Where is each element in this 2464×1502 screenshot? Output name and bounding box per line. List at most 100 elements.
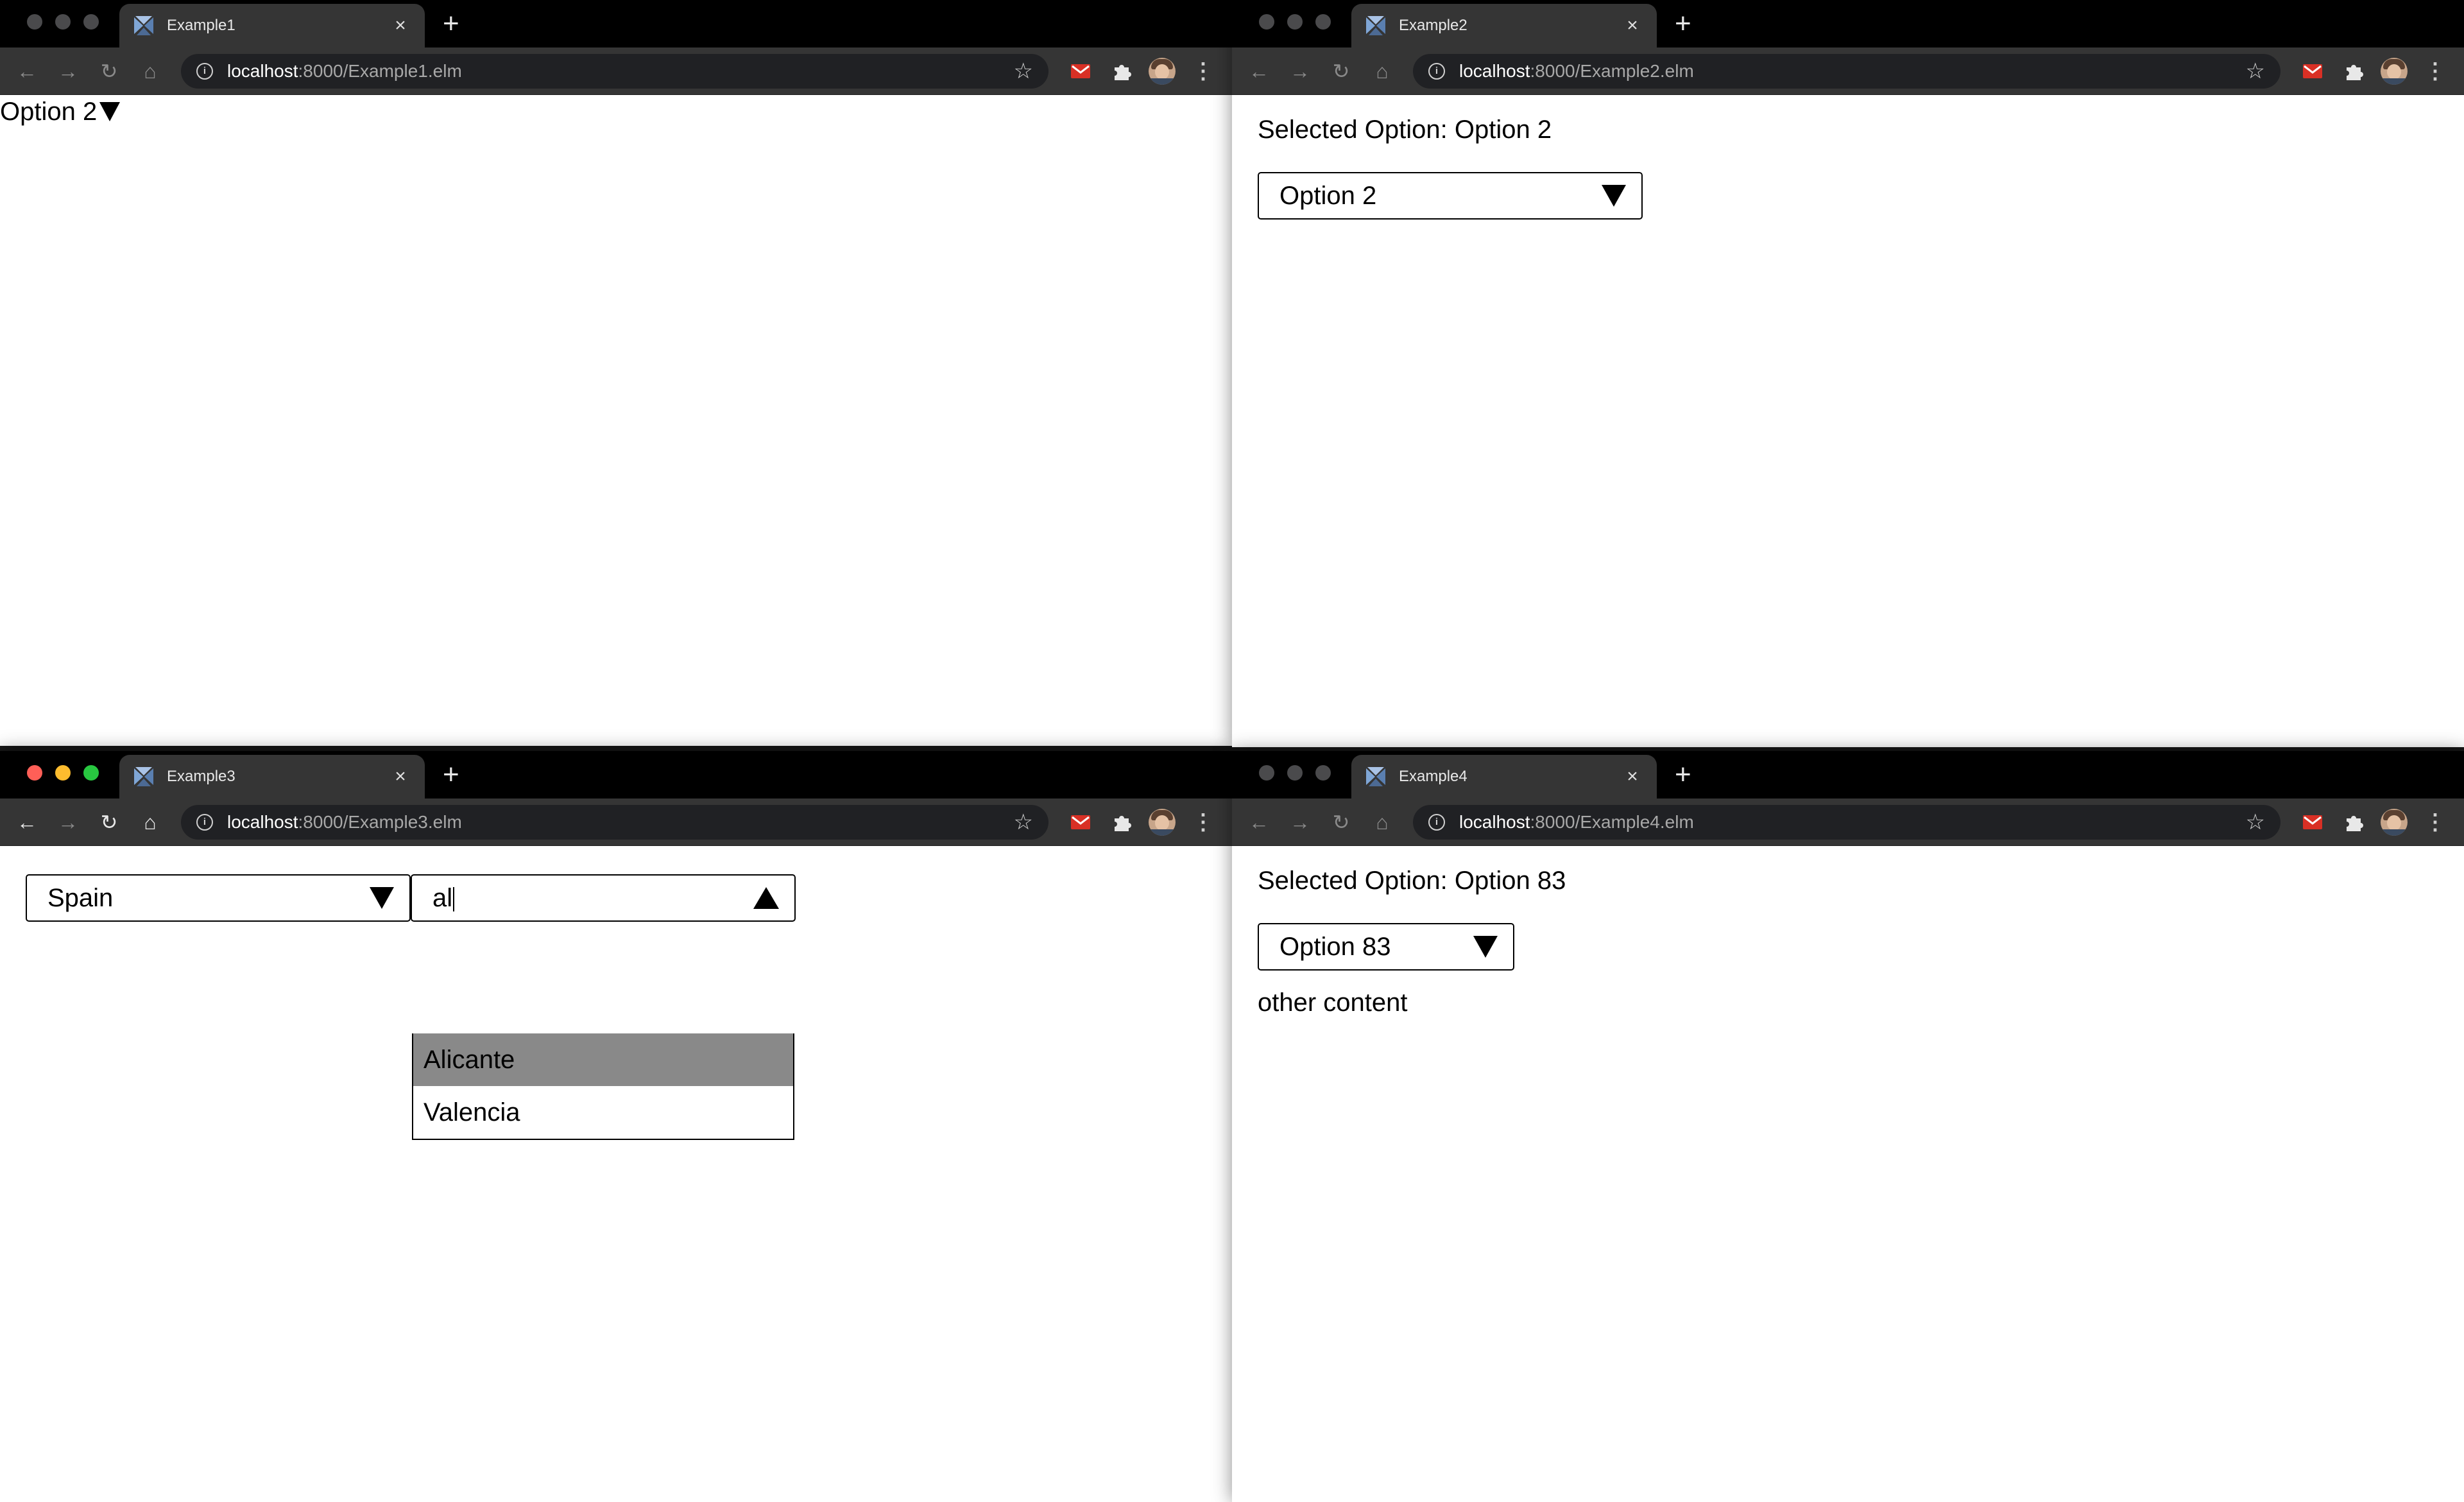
tab-bar: Example4 × + (1232, 751, 2464, 798)
bookmark-star-icon[interactable]: ☆ (1014, 811, 1033, 833)
toolbar: ← → ↻ ⌂ i localhost:8000/Example4.elm ☆ … (1232, 798, 2464, 846)
gmail-extension-icon[interactable] (2301, 60, 2324, 83)
tab-example1[interactable]: Example1 × (119, 4, 425, 47)
close-window-button[interactable] (27, 765, 42, 781)
back-icon[interactable]: ← (15, 60, 38, 83)
reload-icon[interactable]: ↻ (1330, 811, 1353, 834)
url-host: localhost (1459, 61, 1530, 81)
bookmark-star-icon[interactable]: ☆ (1014, 60, 1033, 82)
browser-menu-icon[interactable]: ⋮ (1192, 59, 1214, 83)
gmail-extension-icon[interactable] (1069, 811, 1092, 834)
minimize-window-button[interactable] (55, 765, 71, 781)
new-tab-button[interactable]: + (443, 8, 459, 40)
zoom-window-button[interactable] (1315, 765, 1331, 781)
tab-bar: Example2 × + (1232, 0, 2464, 47)
tab-bar: Example3 × + (0, 751, 1232, 798)
back-icon[interactable]: ← (1247, 811, 1270, 834)
url-text[interactable]: localhost:8000/Example2.elm (1459, 61, 2246, 82)
country-value: Spain (47, 883, 114, 912)
browser-window-example4: Example4 × + ← → ↻ ⌂ i localhost:8000/Ex… (1232, 751, 2464, 1502)
close-tab-icon[interactable]: × (389, 767, 412, 786)
back-icon[interactable]: ← (1247, 60, 1270, 83)
new-tab-button[interactable]: + (443, 759, 459, 791)
city-query-text[interactable]: al (432, 884, 753, 913)
close-window-button[interactable] (27, 14, 42, 30)
extensions-puzzle-icon[interactable] (1110, 811, 1133, 834)
browser-menu-icon[interactable]: ⋮ (1192, 810, 1214, 834)
url-path: :8000/Example4.elm (1530, 812, 1694, 832)
window-controls (1259, 765, 1331, 781)
reload-icon[interactable]: ↻ (98, 811, 121, 834)
selected-option-label: Selected Option: Option 83 (1258, 867, 1566, 895)
extensions-puzzle-icon[interactable] (2342, 60, 2365, 83)
profile-avatar[interactable] (1149, 809, 1176, 836)
selected-option-label: Selected Option: Option 2 (1258, 116, 1552, 144)
close-tab-icon[interactable]: × (389, 16, 412, 35)
address-bar[interactable]: i localhost:8000/Example1.elm ☆ (181, 54, 1048, 89)
home-icon[interactable]: ⌂ (139, 60, 162, 83)
dropdown-value: Option 83 (1279, 932, 1391, 961)
city-search-input[interactable]: al (411, 874, 796, 922)
extensions-puzzle-icon[interactable] (2342, 811, 2365, 834)
country-dropdown[interactable]: Spain (26, 874, 411, 922)
toolbar: ← → ↻ ⌂ i localhost:8000/Example2.elm ☆ … (1232, 47, 2464, 95)
reload-icon[interactable]: ↻ (98, 60, 121, 83)
close-tab-icon[interactable]: × (1621, 767, 1644, 786)
site-info-icon[interactable]: i (196, 63, 213, 80)
address-bar[interactable]: i localhost:8000/Example4.elm ☆ (1413, 805, 2280, 840)
site-info-icon[interactable]: i (1428, 63, 1445, 80)
site-info-icon[interactable]: i (1428, 814, 1445, 831)
zoom-window-button[interactable] (83, 14, 99, 30)
close-window-button[interactable] (1259, 14, 1274, 30)
close-window-button[interactable] (1259, 765, 1274, 781)
bookmark-star-icon[interactable]: ☆ (2246, 60, 2265, 82)
profile-avatar[interactable] (2381, 809, 2408, 836)
elm-favicon-icon (132, 765, 155, 788)
home-icon[interactable]: ⌂ (1371, 60, 1394, 83)
browser-menu-icon[interactable]: ⋮ (2424, 810, 2446, 834)
back-icon[interactable]: ← (15, 811, 38, 834)
tab-example4[interactable]: Example4 × (1351, 755, 1657, 798)
forward-icon[interactable]: → (56, 811, 80, 834)
tab-example2[interactable]: Example2 × (1351, 4, 1657, 47)
minimize-window-button[interactable] (1287, 14, 1303, 30)
new-tab-button[interactable]: + (1675, 8, 1691, 40)
url-text[interactable]: localhost:8000/Example3.elm (227, 812, 1014, 833)
zoom-window-button[interactable] (83, 765, 99, 781)
unstyled-dropdown[interactable]: Option 2 (0, 96, 121, 127)
forward-icon[interactable]: → (1288, 60, 1312, 83)
bookmark-star-icon[interactable]: ☆ (2246, 811, 2265, 833)
option-dropdown[interactable]: Option 2 (1258, 172, 1643, 220)
url-host: localhost (1459, 812, 1530, 832)
home-icon[interactable]: ⌂ (1371, 811, 1394, 834)
home-icon[interactable]: ⌂ (139, 811, 162, 834)
extensions-puzzle-icon[interactable] (1110, 60, 1133, 83)
forward-icon[interactable]: → (1288, 811, 1312, 834)
gmail-extension-icon[interactable] (1069, 60, 1092, 83)
tab-example3[interactable]: Example3 × (119, 755, 425, 798)
browser-window-example1: Example1 × + ← → ↻ ⌂ i localhost:8000/Ex… (0, 0, 1232, 746)
url-text[interactable]: localhost:8000/Example1.elm (227, 61, 1014, 82)
dropdown-value: Option 2 (0, 98, 98, 126)
gmail-extension-icon[interactable] (2301, 811, 2324, 834)
minimize-window-button[interactable] (55, 14, 71, 30)
profile-avatar[interactable] (2381, 58, 2408, 85)
list-item[interactable]: Valencia (413, 1086, 793, 1139)
browser-menu-icon[interactable]: ⋮ (2424, 59, 2446, 83)
option-dropdown[interactable]: Option 83 (1258, 923, 1514, 971)
profile-avatar[interactable] (1149, 58, 1176, 85)
close-tab-icon[interactable]: × (1621, 16, 1644, 35)
minimize-window-button[interactable] (1287, 765, 1303, 781)
reload-icon[interactable]: ↻ (1330, 60, 1353, 83)
new-tab-button[interactable]: + (1675, 759, 1691, 791)
url-text[interactable]: localhost:8000/Example4.elm (1459, 812, 2246, 833)
zoom-window-button[interactable] (1315, 14, 1331, 30)
address-bar[interactable]: i localhost:8000/Example2.elm ☆ (1413, 54, 2280, 89)
site-info-icon[interactable]: i (196, 814, 213, 831)
forward-icon[interactable]: → (56, 60, 80, 83)
window-controls (27, 765, 99, 781)
list-item[interactable]: Alicante (413, 1033, 793, 1086)
address-bar[interactable]: i localhost:8000/Example3.elm ☆ (181, 805, 1048, 840)
dropdown-collapse-arrow-icon[interactable] (753, 887, 779, 909)
text-cursor (453, 886, 455, 911)
